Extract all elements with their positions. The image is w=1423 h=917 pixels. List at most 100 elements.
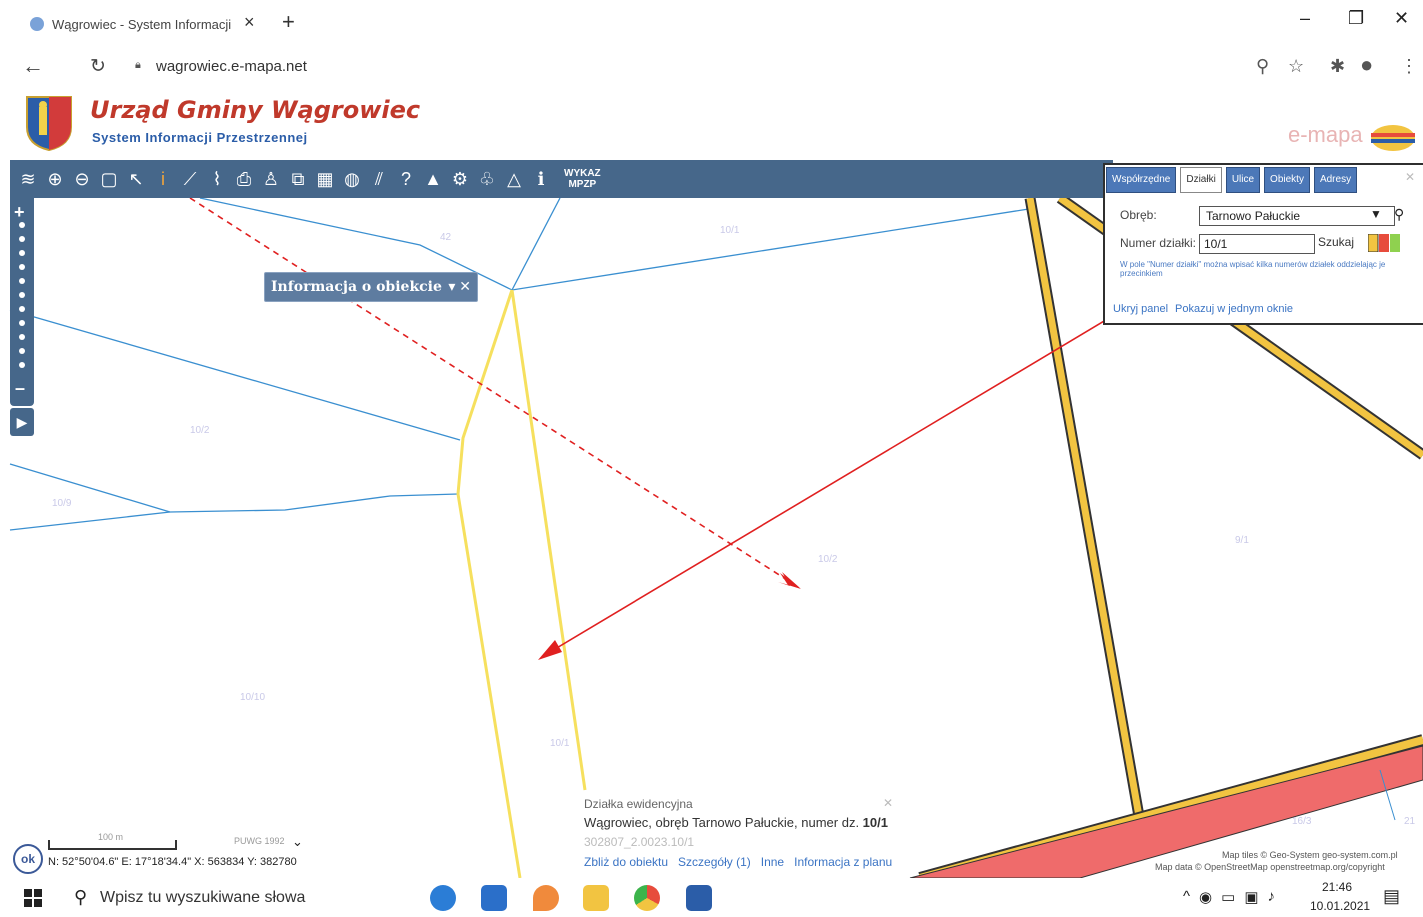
plan-info-link[interactable]: Informacja z planu <box>794 855 892 869</box>
tab-adresy[interactable]: Adresy <box>1313 167 1358 193</box>
minimize-button[interactable]: – <box>1300 8 1310 29</box>
menu-icon[interactable]: ⋮ <box>1400 56 1418 77</box>
map-parcel-label: 10/2 <box>818 554 838 565</box>
obreb-select[interactable]: Tarnowo Pałuckie <box>1199 206 1395 226</box>
profile-icon[interactable]: ● <box>1360 52 1373 78</box>
info-icon[interactable]: i <box>153 169 173 189</box>
ok-button[interactable]: ok <box>13 844 43 874</box>
map-toolbar: ≋ ⊕ ⊖ ▢ ↖ i ⟋ ⌇ ⎙ ♙ ⧉ ▦ ◍ ⫽ ? ▲ ⚙ ♧ △ ℹ … <box>10 160 1113 198</box>
single-window-link[interactable]: Pokazuj w jednym oknie <box>1175 303 1293 315</box>
url-field[interactable]: wagrowiec.e-mapa.net <box>156 58 307 75</box>
back-button[interactable]: ← <box>22 53 44 79</box>
print-icon[interactable]: ⎙ <box>234 169 254 189</box>
new-tab-button[interactable]: + <box>282 9 295 35</box>
windows-start-icon[interactable] <box>24 889 42 907</box>
map-parcel-label: 10/1 <box>550 738 570 749</box>
szukaj-button[interactable]: Szukaj <box>1318 235 1354 249</box>
table-icon[interactable]: ▦ <box>315 169 335 189</box>
app-icon[interactable] <box>533 885 559 911</box>
object-info-title: Informacja o obiekcie <box>271 279 442 295</box>
wykaz-mpzp-button[interactable]: WYKAZ MPZP <box>564 168 601 190</box>
notification-icon[interactable]: ▤ <box>1383 886 1400 907</box>
star-icon[interactable]: ☆ <box>1288 56 1304 77</box>
map-parcel-label: 10/2 <box>190 425 210 436</box>
tree-icon[interactable]: ▲ <box>423 169 443 189</box>
object-info-popup[interactable]: Informacja o obiekcie ▾ ✕ <box>264 272 478 302</box>
monitor-icon[interactable]: ▣ <box>1244 888 1258 906</box>
clock-time[interactable]: 21:46 <box>1322 880 1352 894</box>
chevron-down-icon[interactable]: ▼ <box>1370 207 1382 221</box>
files-icon[interactable] <box>583 885 609 911</box>
zoom-to-object-link[interactable]: Zbliż do obiektu <box>584 855 668 869</box>
zoom-slider[interactable] <box>10 198 34 406</box>
zoom-in-button[interactable]: + <box>14 202 25 223</box>
pointer-icon[interactable]: ↖ <box>126 169 146 189</box>
word-icon[interactable] <box>686 885 712 911</box>
measure-area-icon[interactable]: ⌇ <box>207 169 227 189</box>
edge-icon[interactable] <box>430 885 456 911</box>
tab-dzialki[interactable]: Działki <box>1180 167 1222 193</box>
tab-wspolrzedne[interactable]: Współrzędne <box>1106 167 1177 193</box>
chevron-up-icon[interactable]: ^ <box>1183 888 1190 906</box>
object-info-close-icon[interactable]: ✕ <box>883 796 893 810</box>
hide-panel-link[interactable]: Ukryj panel <box>1113 303 1168 315</box>
extensions-icon[interactable]: ✱ <box>1330 56 1345 77</box>
expand-panel-button[interactable]: ▶ <box>10 408 34 436</box>
popup-controls[interactable]: ▾ ✕ <box>448 278 471 295</box>
info-plus-icon[interactable]: ℹ <box>531 169 551 189</box>
restore-button[interactable]: ❐ <box>1348 8 1364 29</box>
users-icon[interactable]: ♧ <box>477 169 497 189</box>
terrain-icon[interactable]: △ <box>504 169 524 189</box>
object-number: 10/1 <box>862 815 888 830</box>
numer-label: Numer działki: <box>1120 236 1197 250</box>
map-parcel-label: 10/10 <box>240 692 266 703</box>
color-picker-icon[interactable] <box>1368 234 1400 252</box>
reload-button[interactable]: ↻ <box>90 55 106 78</box>
volume-icon[interactable]: ♪ <box>1268 888 1276 906</box>
zoom-in-icon[interactable]: ⊕ <box>45 169 65 189</box>
site-title: Urząd Gminy Wągrowiec <box>90 96 421 124</box>
numer-dzialki-input[interactable]: 10/1 <box>1199 234 1315 254</box>
settings-icon[interactable]: ⚙ <box>450 169 470 189</box>
map-parcel-label: 21 <box>1404 816 1416 827</box>
crs-label: PUWG 1992 <box>234 836 285 846</box>
map-parcel-label: 10/9 <box>52 498 72 509</box>
chevron-down-icon[interactable]: ⌄ <box>292 834 303 850</box>
favicon-icon <box>30 17 44 31</box>
tab-obiekty[interactable]: Obiekty <box>1264 167 1310 193</box>
close-window-button[interactable]: ✕ <box>1394 8 1409 29</box>
clock-date[interactable]: 10.01.2021 <box>1310 899 1370 913</box>
tab-title: Wągrowiec - System Informacji <box>52 16 232 32</box>
object-id: 302807_2.0023.10/1 <box>584 835 695 849</box>
help-icon[interactable]: ? <box>396 169 416 189</box>
brand-logo-icon <box>1371 125 1415 151</box>
map-parcel-label: 9/1 <box>1235 535 1249 546</box>
zoom-out-icon[interactable]: ⊖ <box>72 169 92 189</box>
measure-distance-icon[interactable]: ⟋ <box>180 169 200 189</box>
zoom-icon[interactable]: ⚲ <box>1256 56 1269 77</box>
mail-icon[interactable] <box>481 885 507 911</box>
tab-ulice[interactable]: Ulice <box>1225 167 1261 193</box>
coordinates-readout: N: 52°50'04.6" E: 17°18'34.4" X: 563834 … <box>48 856 297 868</box>
layers-icon[interactable]: ≋ <box>18 169 38 189</box>
battery-icon[interactable]: ▭ <box>1221 888 1235 906</box>
hatch-icon[interactable]: ⫽ <box>369 169 389 189</box>
export-icon[interactable]: ⧉ <box>288 169 308 189</box>
other-link[interactable]: Inne <box>761 855 784 869</box>
network-icon[interactable]: ◉ <box>1199 888 1212 906</box>
object-links: Zbliż do obiektu Szczegóły (1) Inne Info… <box>584 855 892 869</box>
chrome-icon[interactable] <box>634 885 660 911</box>
search-icon[interactable]: ⚲ <box>1394 206 1404 223</box>
taskbar-search-icon[interactable]: ⚲ <box>74 887 87 908</box>
comment-icon[interactable]: ◍ <box>342 169 362 189</box>
person-icon[interactable]: ♙ <box>261 169 281 189</box>
details-link[interactable]: Szczegóły (1) <box>678 855 751 869</box>
taskbar-search-input[interactable]: Wpisz tu wyszukiwane słowa <box>100 889 305 907</box>
tab-close-button[interactable]: × <box>244 12 255 33</box>
brand-name: e-mapa <box>1288 122 1363 147</box>
obreb-label: Obręb: <box>1120 208 1157 222</box>
browser-tab[interactable]: Wągrowiec - System Informacji <box>30 10 231 38</box>
panel-close-icon[interactable]: ✕ <box>1405 170 1415 184</box>
zoom-out-button[interactable]: – <box>15 378 25 399</box>
zoom-extent-icon[interactable]: ▢ <box>99 169 119 189</box>
